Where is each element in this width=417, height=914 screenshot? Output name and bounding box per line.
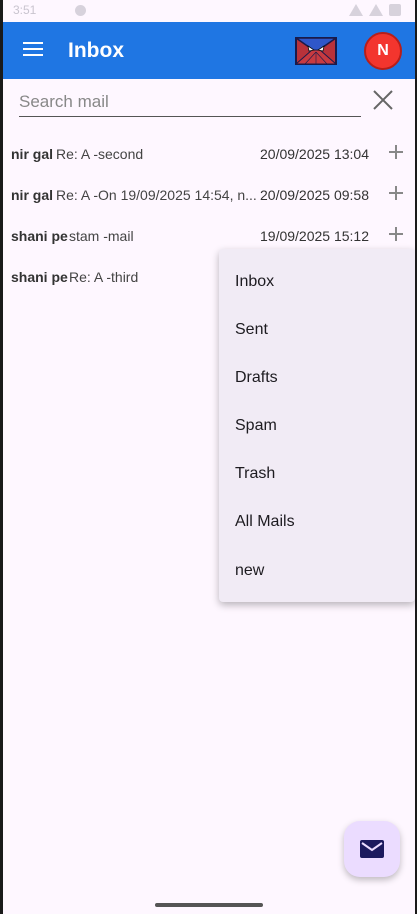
envelope-icon [360, 840, 384, 858]
plus-icon[interactable] [388, 225, 404, 243]
app-screen: 3:51 Inbox N nir gal [3, 0, 415, 914]
search-bar [19, 89, 361, 117]
plus-icon[interactable] [388, 184, 404, 202]
app-bar: Inbox N [3, 22, 415, 79]
menu-item-inbox[interactable]: Inbox [235, 273, 274, 291]
menu-item-new[interactable]: new [235, 562, 264, 580]
mail-row[interactable]: nir gal Re: A -On 19/09/2025 14:54, n...… [3, 174, 415, 215]
mail-date: 20/09/2025 09:58 [260, 187, 369, 203]
signal-icon [369, 4, 383, 16]
mail-subject: Re: A -On 19/09/2025 14:54, n... [56, 187, 257, 203]
gesture-bar [155, 903, 263, 907]
hamburger-menu-icon[interactable] [23, 42, 45, 58]
plus-icon[interactable] [388, 143, 404, 161]
mail-sender: shani pe [11, 269, 68, 285]
mail-sender: nir gal [11, 146, 54, 162]
mail-date: 20/09/2025 13:04 [260, 146, 369, 162]
mail-sender: nir gal [11, 187, 54, 203]
system-icons [349, 4, 401, 16]
battery-icon [389, 4, 401, 16]
menu-item-drafts[interactable]: Drafts [235, 369, 278, 387]
menu-item-spam[interactable]: Spam [235, 417, 277, 435]
compose-button[interactable] [344, 821, 400, 877]
notification-icon [75, 5, 86, 16]
wifi-icon [349, 4, 363, 16]
status-bar: 3:51 [3, 0, 415, 22]
spiderman-mail-logo-icon [295, 37, 337, 65]
avatar[interactable]: N [364, 32, 402, 70]
mail-subject: Re: A -second [56, 146, 144, 162]
folder-dropdown-menu: Inbox Sent Drafts Spam Trash All Mails n… [219, 249, 415, 602]
mail-date: 19/09/2025 15:12 [260, 228, 369, 244]
mail-sender: shani pe [11, 228, 68, 244]
search-input[interactable] [19, 89, 361, 115]
close-icon[interactable] [372, 89, 394, 111]
mail-subject: Re: A -third [69, 269, 139, 285]
status-time: 3:51 [13, 3, 37, 17]
menu-item-trash[interactable]: Trash [235, 465, 275, 483]
page-title: Inbox [68, 39, 124, 62]
menu-item-sent[interactable]: Sent [235, 321, 268, 339]
menu-item-all-mails[interactable]: All Mails [235, 513, 295, 531]
mail-row[interactable]: nir gal Re: A -second 20/09/2025 13:04 [3, 133, 415, 174]
mail-subject: stam -mail [69, 228, 134, 244]
